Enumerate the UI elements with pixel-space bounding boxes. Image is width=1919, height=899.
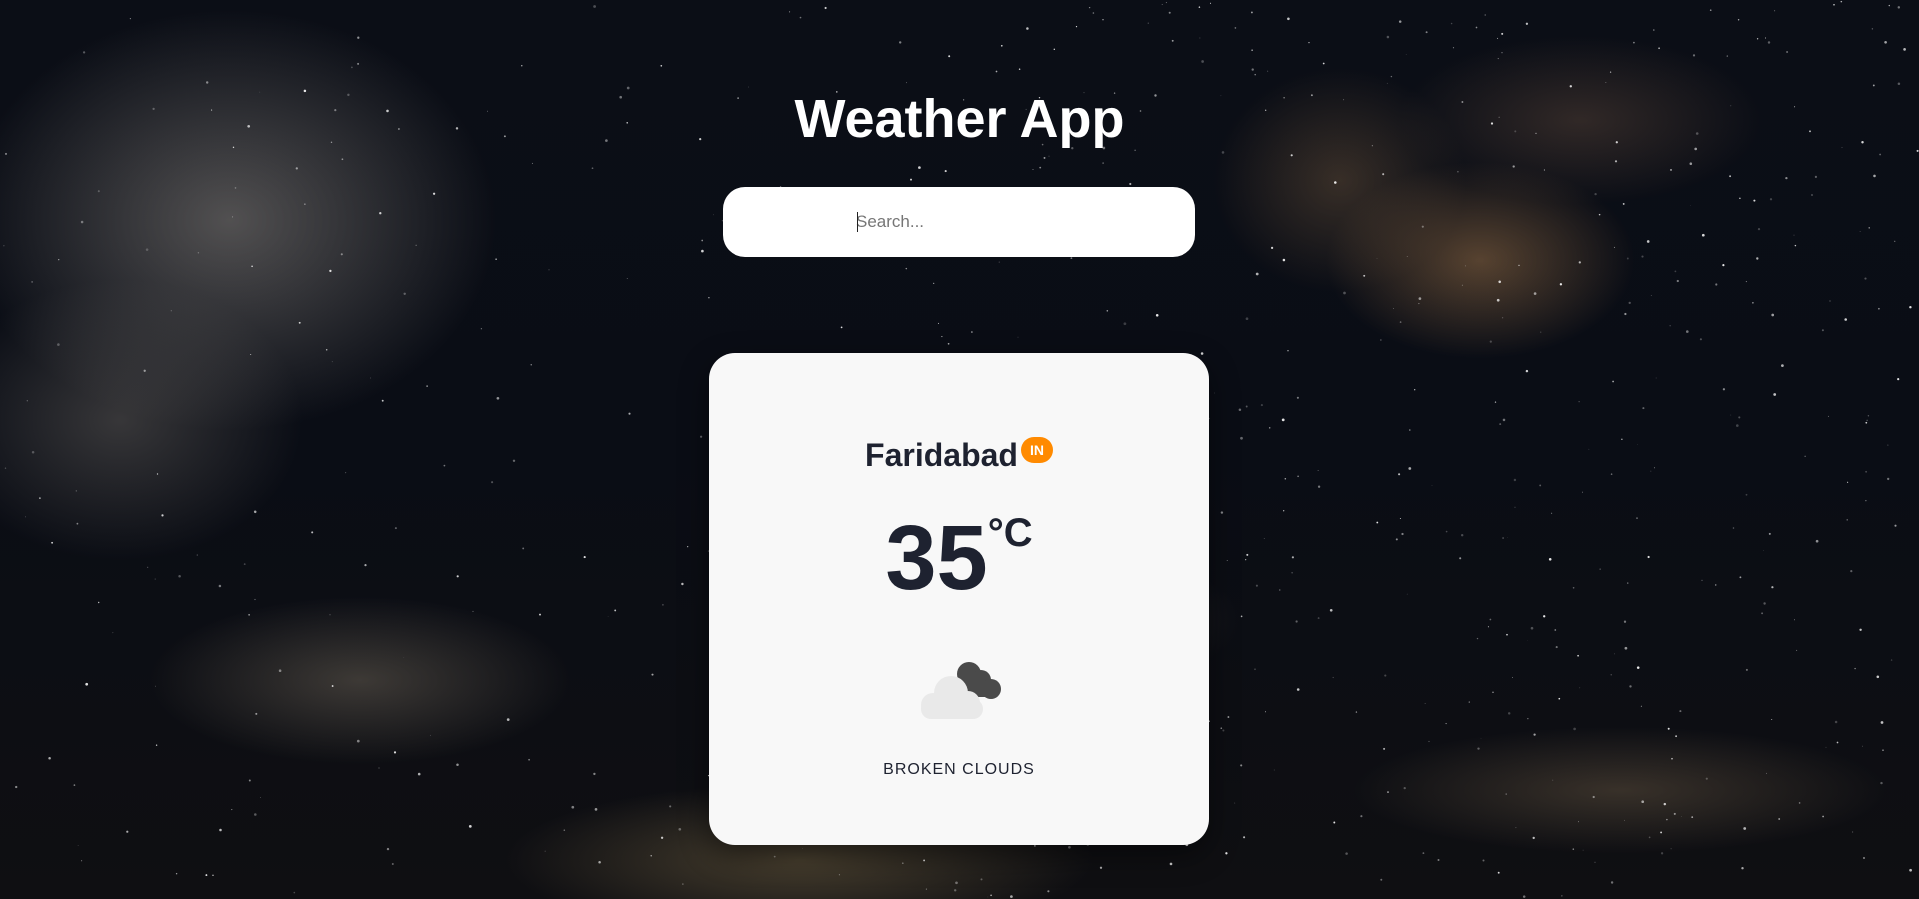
broken-clouds-icon (913, 653, 1009, 723)
weather-card: Faridabad IN 35°C BROKEN CLOUDS (709, 353, 1209, 845)
temperature-value: 35 (885, 507, 988, 609)
temperature-unit: °C (987, 511, 1033, 555)
country-badge: IN (1020, 437, 1053, 463)
temperature-row: 35°C (709, 503, 1209, 613)
location-row: Faridabad IN (709, 433, 1209, 477)
city-name: Faridabad (865, 437, 1018, 473)
search-box[interactable] (723, 187, 1195, 257)
search-input[interactable] (856, 187, 1176, 257)
text-cursor (857, 212, 858, 232)
page-title: Weather App (794, 89, 1125, 149)
weather-description: BROKEN CLOUDS (883, 761, 1035, 778)
